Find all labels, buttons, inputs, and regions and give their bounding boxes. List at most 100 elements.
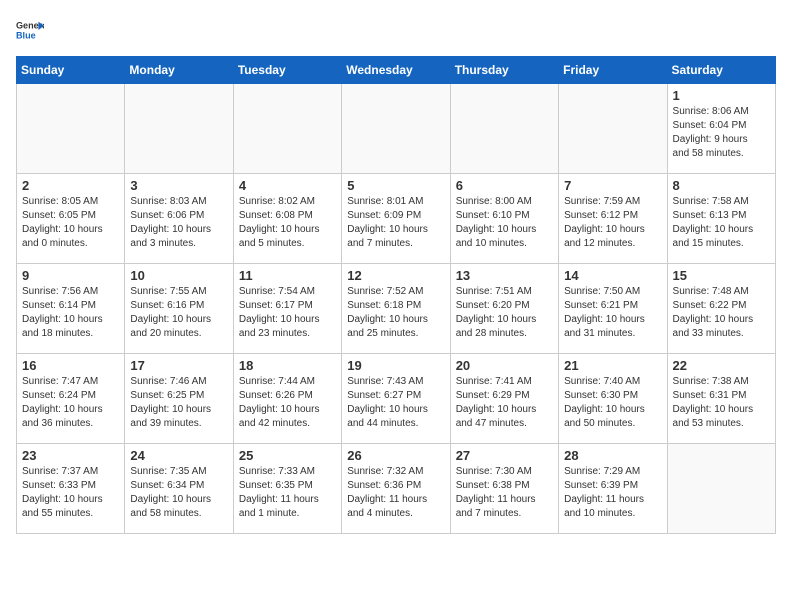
week-row-3: 9Sunrise: 7:56 AM Sunset: 6:14 PM Daylig…	[17, 264, 776, 354]
day-info: Sunrise: 8:03 AM Sunset: 6:06 PM Dayligh…	[130, 195, 227, 251]
day-number: 26	[347, 448, 444, 463]
weekday-header-sunday: Sunday	[17, 57, 125, 84]
day-info: Sunrise: 7:48 AM Sunset: 6:22 PM Dayligh…	[673, 285, 770, 341]
day-info: Sunrise: 7:41 AM Sunset: 6:29 PM Dayligh…	[456, 375, 553, 431]
day-info: Sunrise: 7:52 AM Sunset: 6:18 PM Dayligh…	[347, 285, 444, 341]
weekday-header-thursday: Thursday	[450, 57, 558, 84]
day-info: Sunrise: 8:05 AM Sunset: 6:05 PM Dayligh…	[22, 195, 119, 251]
weekday-header-monday: Monday	[125, 57, 233, 84]
logo-icon: General Blue	[16, 16, 44, 44]
weekday-header-saturday: Saturday	[667, 57, 775, 84]
calendar-cell	[125, 84, 233, 174]
day-info: Sunrise: 7:38 AM Sunset: 6:31 PM Dayligh…	[673, 375, 770, 431]
day-info: Sunrise: 7:44 AM Sunset: 6:26 PM Dayligh…	[239, 375, 336, 431]
calendar-cell: 21 Sunrise: 7:40 AM Sunset: 6:30 PM Dayli…	[559, 354, 667, 444]
week-row-2: 2 Sunrise: 8:05 AM Sunset: 6:05 PM Daylig…	[17, 174, 776, 264]
day-info: Sunrise: 8:06 AM Sunset: 6:04 PM Dayligh…	[673, 105, 770, 161]
calendar-cell	[17, 84, 125, 174]
calendar-cell: 4 Sunrise: 8:02 AM Sunset: 6:08 PM Daylig…	[233, 174, 341, 264]
day-number: 14	[564, 268, 661, 283]
weekday-header-tuesday: Tuesday	[233, 57, 341, 84]
day-number: 15	[673, 268, 770, 283]
day-info: Sunrise: 7:30 AM Sunset: 6:38 PM Dayligh…	[456, 465, 553, 521]
calendar-cell: 8 Sunrise: 7:58 AM Sunset: 6:13 PM Daylig…	[667, 174, 775, 264]
calendar-cell	[342, 84, 450, 174]
weekday-header-row: SundayMondayTuesdayWednesdayThursdayFrid…	[17, 57, 776, 84]
calendar-cell: 28 Sunrise: 7:29 AM Sunset: 6:39 PM Dayli…	[559, 444, 667, 534]
day-number: 25	[239, 448, 336, 463]
calendar-cell: 17 Sunrise: 7:46 AM Sunset: 6:25 PM Dayli…	[125, 354, 233, 444]
day-info: Sunrise: 7:50 AM Sunset: 6:21 PM Dayligh…	[564, 285, 661, 341]
day-number: 11	[239, 268, 336, 283]
day-number: 19	[347, 358, 444, 373]
calendar-cell: 19Sunrise: 7:43 AM Sunset: 6:27 PM Dayli…	[342, 354, 450, 444]
week-row-5: 23Sunrise: 7:37 AM Sunset: 6:33 PM Dayli…	[17, 444, 776, 534]
day-info: Sunrise: 7:29 AM Sunset: 6:39 PM Dayligh…	[564, 465, 661, 521]
calendar-cell: 16 Sunrise: 7:47 AM Sunset: 6:24 PM Dayli…	[17, 354, 125, 444]
calendar-cell: 20 Sunrise: 7:41 AM Sunset: 6:29 PM Dayli…	[450, 354, 558, 444]
weekday-header-wednesday: Wednesday	[342, 57, 450, 84]
day-info: Sunrise: 8:01 AM Sunset: 6:09 PM Dayligh…	[347, 195, 444, 251]
weekday-header-friday: Friday	[559, 57, 667, 84]
day-number: 27	[456, 448, 553, 463]
calendar-cell: 13 Sunrise: 7:51 AM Sunset: 6:20 PM Dayli…	[450, 264, 558, 354]
day-number: 16	[22, 358, 119, 373]
day-number: 1	[673, 88, 770, 103]
day-info: Sunrise: 7:58 AM Sunset: 6:13 PM Dayligh…	[673, 195, 770, 251]
calendar-cell: 23Sunrise: 7:37 AM Sunset: 6:33 PM Dayli…	[17, 444, 125, 534]
day-info: Sunrise: 7:47 AM Sunset: 6:24 PM Dayligh…	[22, 375, 119, 431]
calendar-cell: 9Sunrise: 7:56 AM Sunset: 6:14 PM Daylig…	[17, 264, 125, 354]
day-number: 23	[22, 448, 119, 463]
day-number: 21	[564, 358, 661, 373]
day-info: Sunrise: 8:00 AM Sunset: 6:10 PM Dayligh…	[456, 195, 553, 251]
day-number: 20	[456, 358, 553, 373]
calendar-cell: 1 Sunrise: 8:06 AM Sunset: 6:04 PM Daylig…	[667, 84, 775, 174]
day-number: 24	[130, 448, 227, 463]
day-number: 18	[239, 358, 336, 373]
day-number: 4	[239, 178, 336, 193]
week-row-1: 1 Sunrise: 8:06 AM Sunset: 6:04 PM Daylig…	[17, 84, 776, 174]
day-number: 2	[22, 178, 119, 193]
day-number: 22	[673, 358, 770, 373]
day-number: 6	[456, 178, 553, 193]
day-info: Sunrise: 7:51 AM Sunset: 6:20 PM Dayligh…	[456, 285, 553, 341]
day-info: Sunrise: 8:02 AM Sunset: 6:08 PM Dayligh…	[239, 195, 336, 251]
calendar-cell	[450, 84, 558, 174]
page-header: General Blue	[16, 16, 776, 44]
day-number: 3	[130, 178, 227, 193]
calendar-cell: 22 Sunrise: 7:38 AM Sunset: 6:31 PM Dayli…	[667, 354, 775, 444]
calendar-cell: 27 Sunrise: 7:30 AM Sunset: 6:38 PM Dayli…	[450, 444, 558, 534]
day-info: Sunrise: 7:55 AM Sunset: 6:16 PM Dayligh…	[130, 285, 227, 341]
day-info: Sunrise: 7:35 AM Sunset: 6:34 PM Dayligh…	[130, 465, 227, 521]
calendar-cell: 24 Sunrise: 7:35 AM Sunset: 6:34 PM Dayli…	[125, 444, 233, 534]
week-row-4: 16 Sunrise: 7:47 AM Sunset: 6:24 PM Dayli…	[17, 354, 776, 444]
calendar-table: SundayMondayTuesdayWednesdayThursdayFrid…	[16, 56, 776, 534]
calendar-cell: 6 Sunrise: 8:00 AM Sunset: 6:10 PM Daylig…	[450, 174, 558, 264]
day-number: 28	[564, 448, 661, 463]
calendar-cell: 14 Sunrise: 7:50 AM Sunset: 6:21 PM Dayli…	[559, 264, 667, 354]
calendar-cell	[667, 444, 775, 534]
day-info: Sunrise: 7:40 AM Sunset: 6:30 PM Dayligh…	[564, 375, 661, 431]
day-info: Sunrise: 7:54 AM Sunset: 6:17 PM Dayligh…	[239, 285, 336, 341]
day-number: 13	[456, 268, 553, 283]
day-info: Sunrise: 7:46 AM Sunset: 6:25 PM Dayligh…	[130, 375, 227, 431]
calendar-cell: 25 Sunrise: 7:33 AM Sunset: 6:35 PM Dayli…	[233, 444, 341, 534]
calendar-cell: 18 Sunrise: 7:44 AM Sunset: 6:26 PM Dayli…	[233, 354, 341, 444]
day-info: Sunrise: 7:59 AM Sunset: 6:12 PM Dayligh…	[564, 195, 661, 251]
calendar-cell: 10 Sunrise: 7:55 AM Sunset: 6:16 PM Dayli…	[125, 264, 233, 354]
day-number: 9	[22, 268, 119, 283]
day-number: 7	[564, 178, 661, 193]
day-number: 10	[130, 268, 227, 283]
calendar-cell: 11 Sunrise: 7:54 AM Sunset: 6:17 PM Dayli…	[233, 264, 341, 354]
day-number: 8	[673, 178, 770, 193]
svg-text:Blue: Blue	[16, 30, 36, 40]
calendar-cell: 2 Sunrise: 8:05 AM Sunset: 6:05 PM Daylig…	[17, 174, 125, 264]
day-info: Sunrise: 7:33 AM Sunset: 6:35 PM Dayligh…	[239, 465, 336, 521]
calendar-cell: 7 Sunrise: 7:59 AM Sunset: 6:12 PM Daylig…	[559, 174, 667, 264]
day-number: 5	[347, 178, 444, 193]
calendar-cell: 15 Sunrise: 7:48 AM Sunset: 6:22 PM Dayli…	[667, 264, 775, 354]
day-number: 17	[130, 358, 227, 373]
calendar-cell	[233, 84, 341, 174]
calendar-cell	[559, 84, 667, 174]
day-info: Sunrise: 7:32 AM Sunset: 6:36 PM Dayligh…	[347, 465, 444, 521]
